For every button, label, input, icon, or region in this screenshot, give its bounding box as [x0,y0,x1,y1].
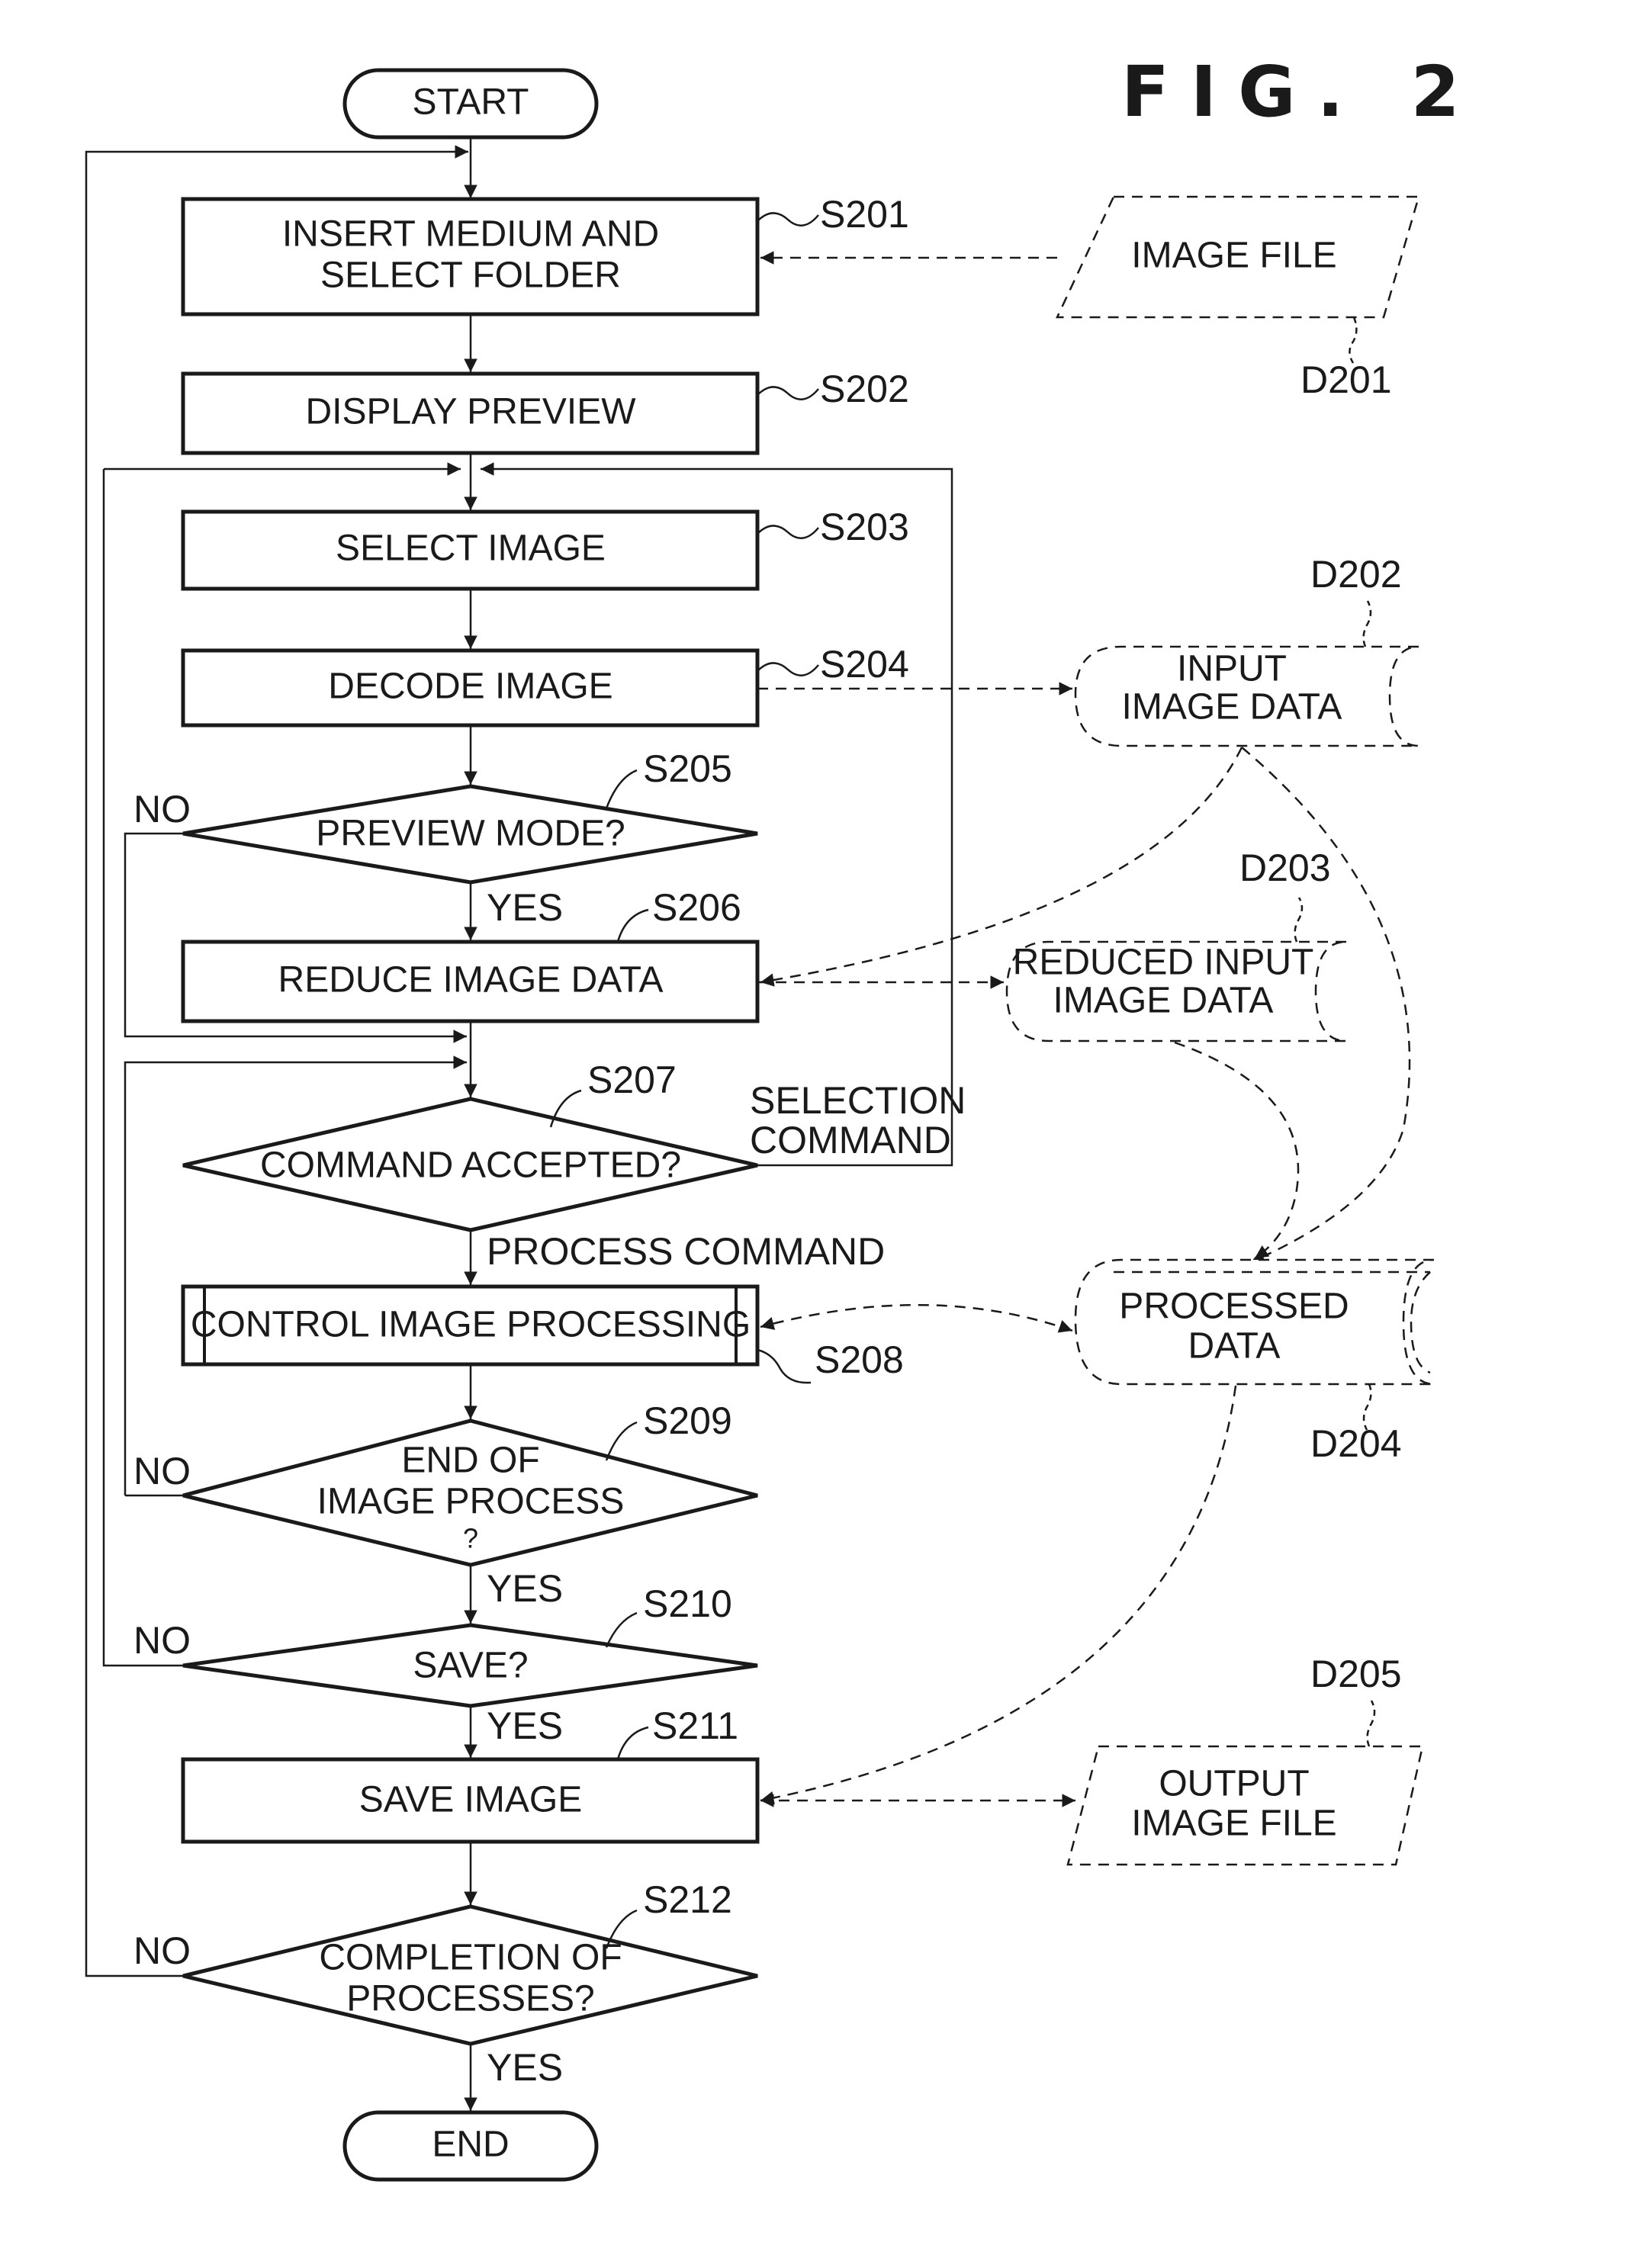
step-s202: DISPLAY PREVIEW S202 [181,368,909,455]
s211-text: SAVE IMAGE [359,1780,583,1820]
d202-ref: D202 [1310,553,1402,596]
s210-no-label: NO [133,1619,191,1662]
d204-line1: PROCESSED [1119,1287,1349,1327]
s211-leader [616,1726,649,1760]
d205-line2: IMAGE FILE [1131,1804,1336,1844]
s205-ref: S205 [643,747,732,790]
s210-text: SAVE? [413,1646,528,1686]
d202-leader [1362,600,1372,647]
d205-line1: OUTPUT [1159,1764,1309,1804]
s212-line2: PROCESSES? [346,1979,594,2019]
d202-line1: INPUT [1177,649,1287,689]
edge-d203-d204 [1174,1041,1300,1260]
selection-command-line2: COMMAND [750,1119,951,1161]
data-d201-image-file: IMAGE FILE D201 [1056,195,1420,401]
s205-no-label: NO [133,788,191,830]
s202-leader [757,386,819,400]
s202-text: DISPLAY PREVIEW [305,392,636,432]
process-command-label: PROCESS COMMAND [487,1230,885,1273]
start-terminal: START [342,68,599,140]
step-s204: DECODE IMAGE S204 [181,643,909,728]
s206-text: REDUCE IMAGE DATA [278,960,664,1001]
data-d203-reduced-input-image-data: REDUCED INPUT IMAGE DATA D203 [1005,846,1347,1042]
s209-yes-label: YES [487,1567,563,1610]
s210-yes-label: YES [487,1704,563,1747]
s209-line3: ? [463,1523,478,1554]
s201-line2: SELECT FOLDER [320,255,621,296]
s204-leader [757,662,819,676]
start-label: START [413,82,529,123]
flowchart: FIG. 2 START INSERT MEDIUM AND SELECT FO… [85,51,1481,2182]
d205-leader [1366,1700,1376,1747]
s205-text: PREVIEW MODE? [316,814,625,854]
step-s208: CONTROL IMAGE PROCESSING S208 [181,1284,904,1384]
s206-ref: S206 [652,886,741,929]
s209-no-label: NO [133,1450,191,1492]
s203-text: SELECT IMAGE [336,528,606,569]
d204-ref: D204 [1310,1422,1402,1465]
s209-leader [605,1421,638,1461]
data-d205-output-image-file: OUTPUT IMAGE FILE D205 [1066,1653,1424,1866]
d201-leader [1349,316,1358,364]
s210-leader [605,1611,638,1648]
s212-line1: COMPLETION OF [319,1938,622,1978]
edge-d204-s211 [760,1385,1237,1805]
s202-ref: S202 [820,368,909,410]
s212-ref: S212 [643,1878,732,1921]
s205-leader [605,769,638,809]
s208-text: CONTROL IMAGE PROCESSING [191,1305,751,1345]
data-d204-processed-data: PROCESSED DATA D204 [1074,1258,1435,1465]
data-d202-input-image-data: INPUT IMAGE DATA D202 [1074,553,1419,747]
step-s201: INSERT MEDIUM AND SELECT FOLDER S201 [181,193,909,316]
d203-leader [1294,897,1304,943]
s209-line2: IMAGE PROCESS [317,1482,625,1522]
s203-ref: S203 [820,506,909,548]
s201-line1: INSERT MEDIUM AND [282,214,659,255]
s210-ref: S210 [643,1582,732,1625]
d202-line2: IMAGE DATA [1122,687,1342,728]
step-s203: SELECT IMAGE S203 [181,506,909,591]
d203-line2: IMAGE DATA [1053,981,1274,1021]
selection-command-line1: SELECTION [750,1079,966,1122]
d203-line1: REDUCED INPUT [1013,943,1314,983]
d201-label: IMAGE FILE [1131,236,1336,276]
s207-text: COMMAND ACCEPTED? [260,1145,681,1186]
d204-line2: DATA [1188,1326,1281,1367]
s201-leader [757,212,819,226]
d201-ref: D201 [1300,358,1392,401]
end-terminal: END [342,2110,599,2182]
d205-ref: D205 [1310,1653,1402,1695]
decision-s209: END OF IMAGE PROCESS ? S209 NO YES [133,1399,758,1610]
s209-line1: END OF [401,1441,539,1481]
edge-s208-d204 [760,1303,1073,1333]
s204-ref: S204 [820,643,909,686]
s208-ref: S208 [815,1338,904,1381]
figure-title: FIG. 2 [1121,51,1481,133]
s205-yes-label: YES [487,886,563,929]
edge-s210-no [102,1041,183,1667]
d203-ref: D203 [1239,846,1331,889]
s207-ref: S207 [587,1059,677,1101]
s212-yes-label: YES [487,2046,563,2089]
decision-s212: COMPLETION OF PROCESSES? S212 NO YES [133,1878,758,2089]
s203-leader [757,525,819,539]
s211-ref: S211 [652,1704,738,1747]
s208-leader [757,1348,812,1384]
s212-no-label: NO [133,1929,191,1972]
s209-ref: S209 [643,1399,732,1442]
s201-ref: S201 [820,193,909,236]
s206-leader [616,908,649,943]
end-label: END [432,2125,509,2165]
s204-text: DECODE IMAGE [328,667,612,707]
